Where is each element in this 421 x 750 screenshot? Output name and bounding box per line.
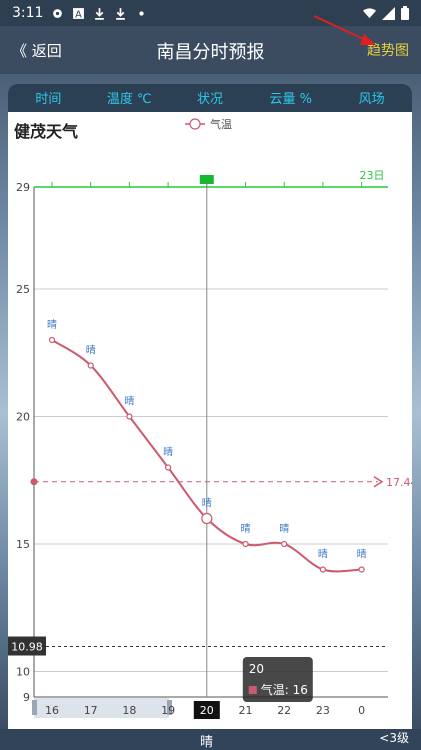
x-tick-label: 19 xyxy=(161,704,175,717)
condition-label: 晴 xyxy=(47,318,57,331)
y-tick-label: 20 xyxy=(16,411,30,424)
condition-label: 晴 xyxy=(202,497,212,510)
top-limit-label: 23日 xyxy=(360,169,385,182)
temperature-chart[interactable]: 9101520252923日10.9817.44晴晴晴晴晴晴晴晴晴气温16171… xyxy=(8,112,412,729)
condition-label: 晴 xyxy=(86,344,96,357)
y-tick-label: 10 xyxy=(16,666,30,679)
average-start-dot xyxy=(30,478,38,486)
forecast-table-header: 时间 温度 ℃ 状况 云量 % 风场 xyxy=(8,84,412,114)
y-tick-label: 29 xyxy=(16,181,30,194)
card-title: 健茂天气 xyxy=(14,122,79,141)
svg-text:A: A xyxy=(76,9,83,20)
gear-icon xyxy=(53,8,63,18)
x-tick-label: 18 xyxy=(122,704,136,717)
column-header: 云量 % xyxy=(269,91,313,107)
column-header: 风场 xyxy=(358,91,385,107)
download-icon xyxy=(116,7,126,20)
y-tick-label: 15 xyxy=(16,538,30,551)
condition-label: 晴 xyxy=(241,522,251,535)
condition-label: 晴 xyxy=(124,395,134,408)
a-icon: A xyxy=(73,7,85,20)
column-header: 温度 ℃ xyxy=(106,91,152,107)
tooltip-title: 20 xyxy=(249,662,264,676)
legend-marker xyxy=(189,118,201,130)
average-label: 17.44 xyxy=(386,476,412,489)
condition-label: 晴 xyxy=(318,548,328,561)
condition-label: 晴 xyxy=(279,522,289,535)
temperature-point[interactable] xyxy=(319,566,326,573)
y-tick-label: 25 xyxy=(16,283,30,296)
temperature-point[interactable] xyxy=(126,413,133,420)
tooltip-swatch xyxy=(248,686,257,694)
clock: 3:11 xyxy=(12,5,44,21)
battery-icon xyxy=(401,6,409,20)
x-tick-label: 16 xyxy=(45,704,59,717)
x-tick-label: 0 xyxy=(358,704,365,717)
legend-label: 气温 xyxy=(210,117,232,131)
range-handle-left[interactable] xyxy=(32,700,37,715)
y-tick-label: 9 xyxy=(23,691,30,704)
temperature-point[interactable] xyxy=(201,512,213,525)
temperature-chart-card: 9101520252923日10.9817.44晴晴晴晴晴晴晴晴晴气温16171… xyxy=(8,112,412,729)
bottom-bar: 晴 <3级 xyxy=(0,729,421,750)
dot-icon xyxy=(139,10,145,16)
temperature-point[interactable] xyxy=(87,362,94,369)
temperature-point[interactable] xyxy=(242,540,249,548)
condition-label: 晴 xyxy=(357,548,367,561)
column-header: 时间 xyxy=(35,91,62,107)
wind-level: <3级 xyxy=(379,731,409,745)
x-tick-label: 20 xyxy=(200,704,214,717)
annotation-arrow-icon xyxy=(313,15,376,45)
x-tick-label: 17 xyxy=(84,704,98,717)
current-status: 晴 xyxy=(200,735,214,750)
back-button[interactable]: 《 返回 xyxy=(12,40,62,61)
temperature-point[interactable] xyxy=(358,566,365,573)
min-label: 10.98 xyxy=(11,641,43,654)
x-tick-label: 23 xyxy=(316,704,330,717)
signal-icon xyxy=(382,6,395,20)
temperature-point[interactable] xyxy=(281,540,288,548)
column-header: 状况 xyxy=(196,91,223,107)
selection-marker[interactable] xyxy=(199,175,214,184)
tooltip-label: 气温: 16 xyxy=(261,682,308,697)
back-label: 《 返回 xyxy=(12,42,62,60)
temperature-point[interactable] xyxy=(165,464,172,471)
condition-label: 晴 xyxy=(163,446,173,459)
x-tick-label: 21 xyxy=(239,704,253,717)
temperature-point[interactable] xyxy=(48,336,56,344)
download-icon xyxy=(95,7,105,20)
x-tick-label: 22 xyxy=(277,704,291,717)
